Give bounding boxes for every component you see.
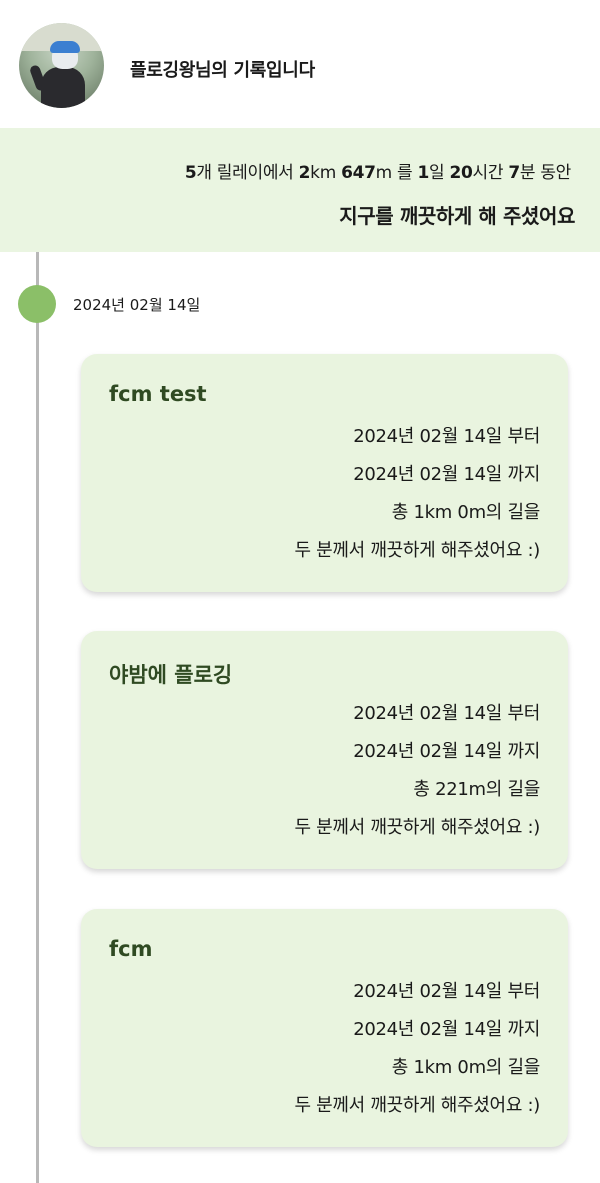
record-end: 2024년 02월 14일 까지 [353, 464, 540, 485]
record-end: 2024년 02월 14일 까지 [353, 741, 540, 762]
record-title: fcm test [109, 382, 207, 406]
record-end: 2024년 02월 14일 까지 [353, 1019, 540, 1040]
avatar[interactable] [19, 23, 104, 108]
record-people: 두 분께서 깨끗하게 해주셨어요 :) [294, 1095, 540, 1116]
record-people: 두 분께서 깨끗하게 해주셨어요 :) [294, 540, 540, 561]
timeline-dot [18, 285, 56, 323]
record-distance: 총 1km 0m의 길을 [391, 502, 541, 523]
summary-banner: 5개 릴레이에서 2km 647m 를 1일 20시간 7분 동안 지구를 깨끗… [0, 128, 600, 252]
record-start: 2024년 02월 14일 부터 [353, 981, 540, 1002]
record-distance: 총 221m의 길을 [413, 779, 540, 800]
record-card[interactable]: fcm 2024년 02월 14일 부터 2024년 02월 14일 까지 총 … [81, 909, 568, 1147]
timeline-date: 2024년 02월 14일 [73, 296, 201, 314]
record-title: fcm [109, 937, 153, 961]
relay-count: 5 [184, 163, 197, 183]
record-title: 야밤에 플로깅 [109, 663, 233, 687]
record-start: 2024년 02월 14일 부터 [353, 426, 540, 447]
profile-header: 플로깅왕님의 기록입니다 [0, 0, 600, 128]
timeline-line [36, 252, 39, 1183]
record-distance: 총 1km 0m의 길을 [391, 1057, 541, 1078]
record-start: 2024년 02월 14일 부터 [353, 703, 540, 724]
record-card[interactable]: 야밤에 플로깅 2024년 02월 14일 부터 2024년 02월 14일 까… [81, 631, 568, 869]
profile-title: 플로깅왕님의 기록입니다 [130, 60, 315, 81]
summary-stats: 5개 릴레이에서 2km 647m 를 1일 20시간 7분 동안 [184, 163, 571, 183]
summary-thanks: 지구를 깨끗하게 해 주셨어요 [339, 204, 575, 228]
record-card[interactable]: fcm test 2024년 02월 14일 부터 2024년 02월 14일 … [81, 354, 568, 592]
record-people: 두 분께서 깨끗하게 해주셨어요 :) [294, 817, 540, 838]
